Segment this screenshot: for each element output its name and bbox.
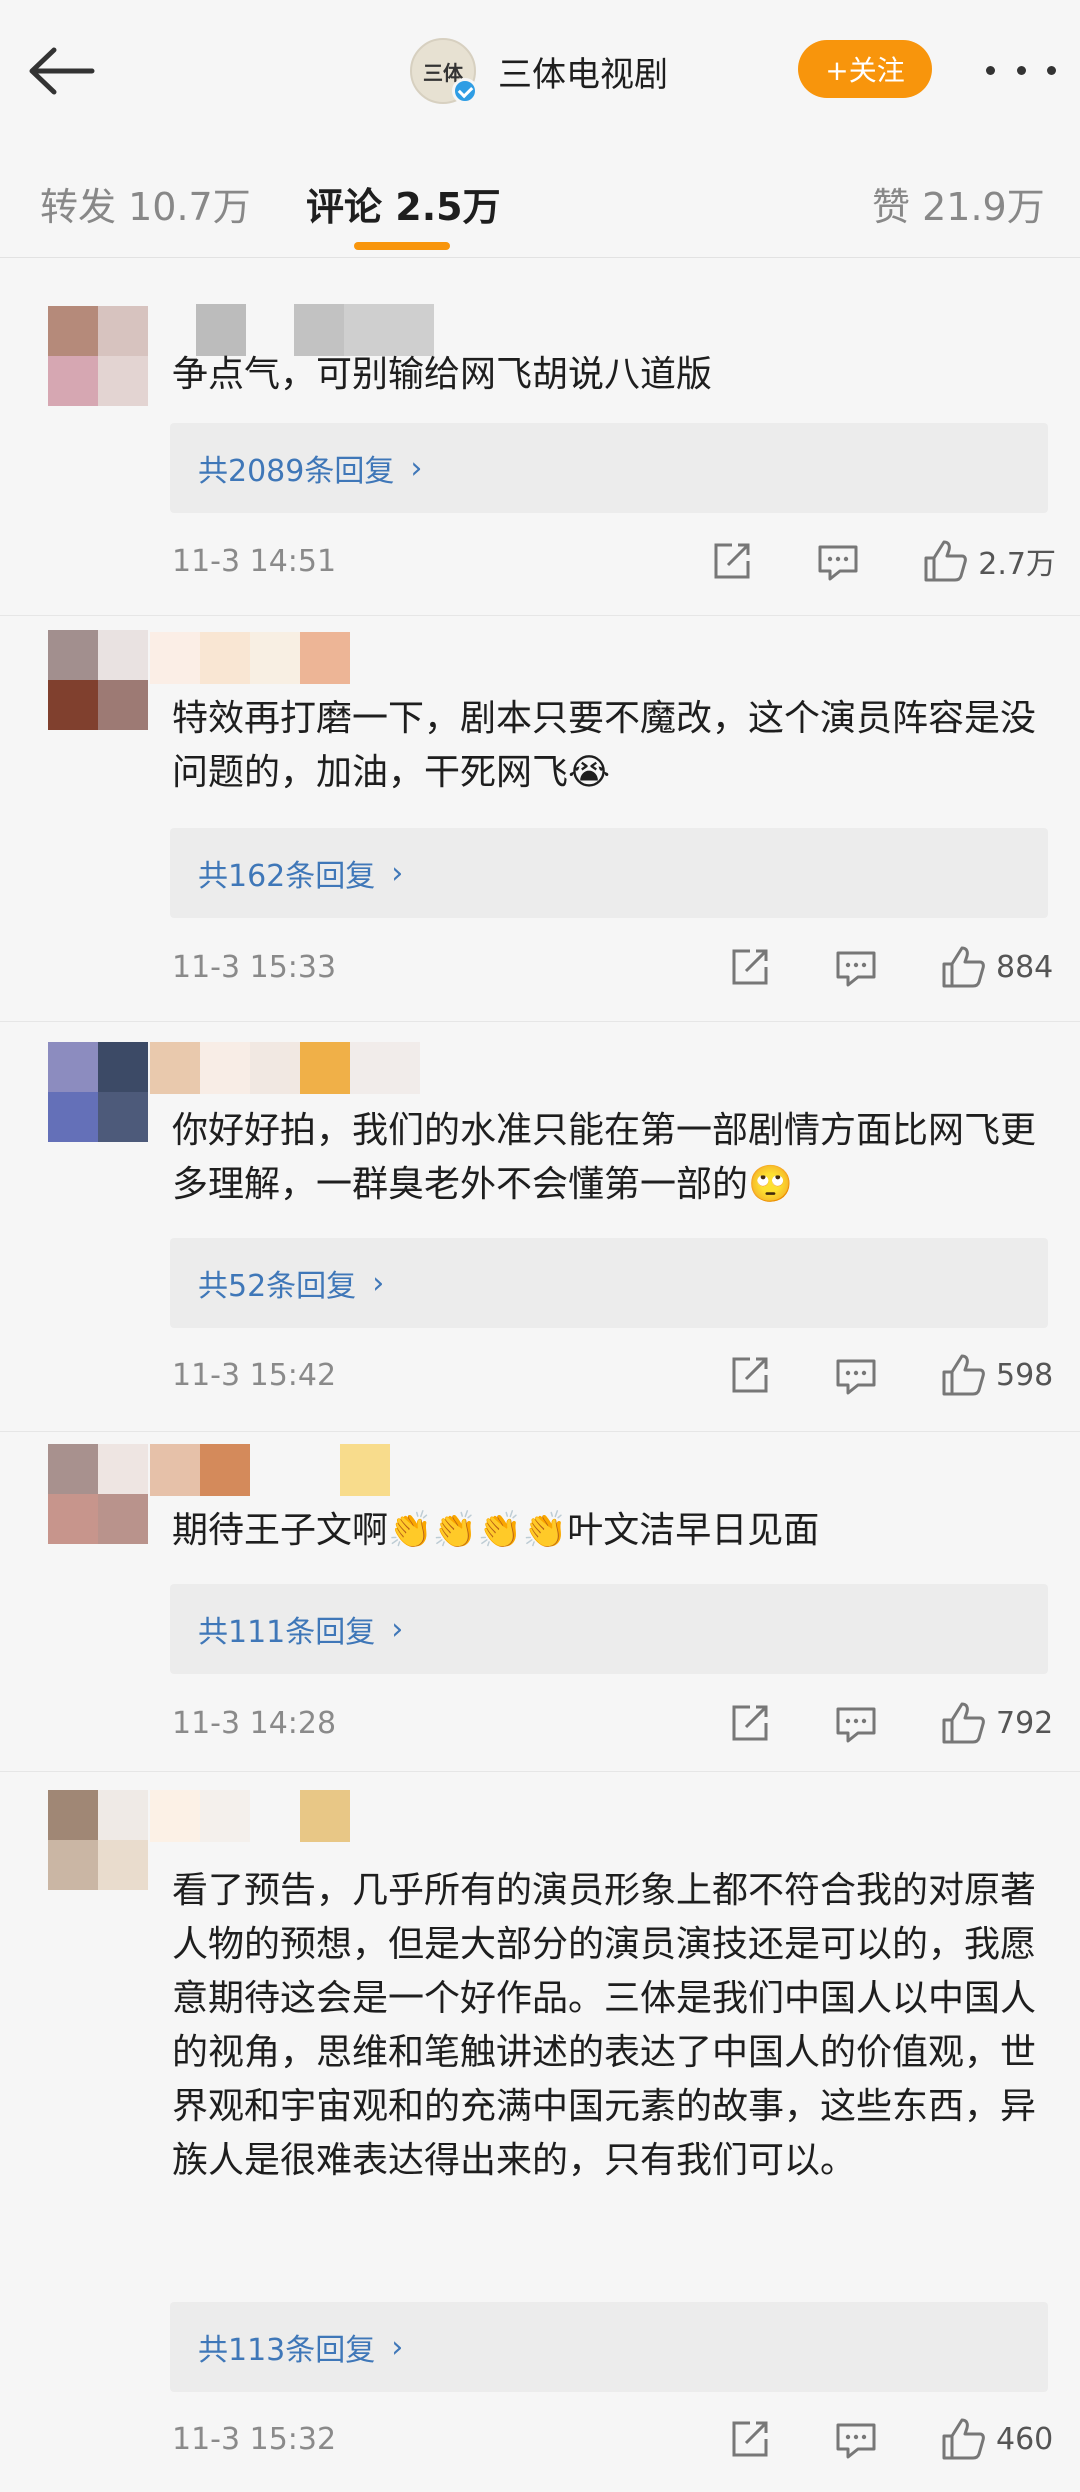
comment-item: 争点气，可别输给网飞胡说八道版 共2089条回复 › 11-3 14:51 2.…	[0, 258, 1080, 616]
tab-reposts[interactable]: 转发 10.7万	[40, 176, 251, 231]
repost-icon[interactable]	[710, 539, 754, 583]
comment-footer: 11-3 15:33 884	[172, 944, 1056, 990]
comment-footer: 11-3 14:51 2.7万	[172, 538, 1056, 584]
comment-text: 你好好拍，我们的水准只能在第一部剧情方面比网飞更多理解，一群臭老外不会懂第一部的…	[172, 1110, 1037, 1205]
tab-reposts-label: 转发	[40, 185, 117, 229]
like-thumb-icon[interactable]	[940, 2416, 986, 2462]
repost-icon[interactable]	[728, 945, 772, 989]
comment-item: 你好好拍，我们的水准只能在第一部剧情方面比网飞更多理解，一群臭老外不会懂第一部的…	[0, 1022, 1080, 1432]
comment-text: 特效再打磨一下，剧本只要不魔改，这个演员阵容是没问题的，加油，干死网飞😭	[172, 698, 1037, 793]
tab-likes[interactable]: 赞 21.9万	[872, 176, 1045, 231]
comment-icon[interactable]	[834, 1353, 878, 1397]
repost-icon[interactable]	[728, 2417, 772, 2461]
replies-link[interactable]: 共162条回复 ›	[170, 828, 1048, 918]
comment-avatar[interactable]	[48, 306, 148, 406]
tab-comments-count: 2.5万	[395, 185, 501, 229]
account-avatar[interactable]: 三体	[410, 38, 478, 104]
comment-item: 特效再打磨一下，剧本只要不魔改，这个演员阵容是没问题的，加油，干死网飞😭 共16…	[0, 616, 1080, 1022]
chevron-right-icon: ›	[391, 2329, 404, 2365]
replies-link[interactable]: 共113条回复 ›	[170, 2302, 1048, 2392]
replies-count-label: 共162条回复	[198, 859, 376, 894]
like-thumb-icon[interactable]	[940, 944, 986, 990]
comment-time: 11-3 14:51	[172, 543, 337, 579]
account-name[interactable]: 三体电视剧	[498, 47, 668, 96]
repost-icon[interactable]	[728, 1353, 772, 1397]
like-thumb-icon[interactable]	[940, 1352, 986, 1398]
back-arrow-icon[interactable]	[22, 36, 102, 106]
chevron-right-icon: ›	[391, 1611, 404, 1647]
like-thumb-icon[interactable]	[940, 1700, 986, 1746]
comment-footer: 11-3 15:42 598	[172, 1352, 1056, 1398]
comment-username[interactable]	[150, 1790, 350, 1842]
comment-avatar[interactable]	[48, 1444, 148, 1544]
comment-username[interactable]	[150, 1042, 420, 1094]
comment-text: 争点气，可别输给网飞胡说八道版	[172, 354, 713, 395]
chevron-right-icon: ›	[410, 450, 423, 486]
comment-username[interactable]	[150, 632, 350, 684]
comment-text: 看了预告，几乎所有的演员形象上都不符合我的对原著人物的预想，但是大部分的演员演技…	[172, 1870, 1037, 2181]
comment-text: 期待王子文啊👏👏👏👏叶文洁早日见面	[172, 1510, 820, 1551]
comment-time: 11-3 15:32	[172, 2421, 337, 2457]
comment-item: 期待王子文啊👏👏👏👏叶文洁早日见面 共111条回复 › 11-3 14:28 7…	[0, 1432, 1080, 1772]
comment-time: 11-3 14:28	[172, 1705, 337, 1741]
like-count: 460	[996, 2421, 1054, 2457]
like-count: 884	[996, 949, 1054, 985]
tab-reposts-count: 10.7万	[128, 185, 251, 229]
more-options-icon[interactable]	[986, 60, 1056, 80]
tab-likes-label: 赞	[872, 185, 911, 229]
chevron-right-icon: ›	[391, 855, 404, 891]
active-tab-indicator	[354, 242, 450, 250]
tab-comments-label: 评论	[306, 185, 383, 229]
comment-icon[interactable]	[816, 539, 860, 583]
comment-time: 11-3 15:33	[172, 949, 337, 985]
like-count: 598	[996, 1357, 1054, 1393]
comment-item: 看了预告，几乎所有的演员形象上都不符合我的对原著人物的预想，但是大部分的演员演技…	[0, 1772, 1080, 2492]
comment-time: 11-3 15:42	[172, 1357, 337, 1393]
replies-count-label: 共113条回复	[198, 2333, 376, 2368]
tab-comments[interactable]: 评论 2.5万	[306, 176, 501, 231]
comment-avatar[interactable]	[48, 1790, 148, 1890]
comment-footer: 11-3 15:32 460	[172, 2416, 1056, 2462]
account-header[interactable]: 三体 三体电视剧	[410, 36, 668, 106]
replies-link[interactable]: 共2089条回复 ›	[170, 423, 1048, 513]
like-count: 792	[996, 1705, 1054, 1741]
tab-likes-count: 21.9万	[922, 185, 1045, 229]
replies-count-label: 共52条回复	[198, 1269, 357, 1304]
like-count: 2.7万	[978, 547, 1056, 582]
replies-link[interactable]: 共52条回复 ›	[170, 1238, 1048, 1328]
comment-avatar[interactable]	[48, 1042, 148, 1142]
replies-count-label: 共2089条回复	[198, 454, 395, 489]
comment-icon[interactable]	[834, 945, 878, 989]
comment-footer: 11-3 14:28 792	[172, 1700, 1056, 1746]
comment-icon[interactable]	[834, 2417, 878, 2461]
comment-icon[interactable]	[834, 1701, 878, 1745]
replies-count-label: 共111条回复	[198, 1615, 376, 1650]
top-bar: 三体 三体电视剧 +关注	[0, 0, 1080, 140]
comment-avatar[interactable]	[48, 630, 148, 730]
chevron-right-icon: ›	[372, 1265, 385, 1301]
replies-link[interactable]: 共111条回复 ›	[170, 1584, 1048, 1674]
repost-icon[interactable]	[728, 1701, 772, 1745]
comment-username[interactable]	[150, 1444, 390, 1496]
tab-bar: 转发 10.7万 评论 2.5万 赞 21.9万	[0, 140, 1080, 258]
verified-badge-icon	[452, 78, 478, 104]
like-thumb-icon[interactable]	[922, 538, 968, 584]
follow-button[interactable]: +关注	[798, 40, 932, 98]
